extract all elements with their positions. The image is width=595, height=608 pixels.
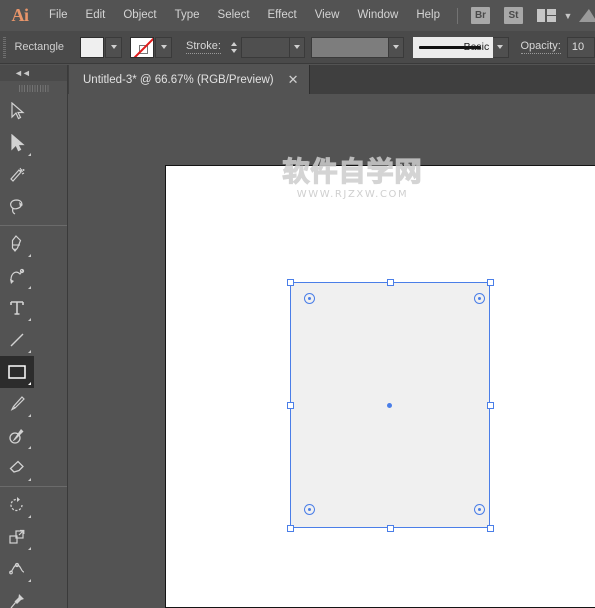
magic-wand-tool[interactable]	[0, 159, 34, 191]
width-tool[interactable]	[0, 553, 34, 585]
document-tab-bar: Untitled-3* @ 66.67% (RGB/Preview) ✕	[0, 65, 595, 94]
stroke-weight-input[interactable]	[240, 36, 290, 58]
menu-file[interactable]: File	[40, 0, 77, 31]
document-tab-title: Untitled-3* @ 66.67% (RGB/Preview)	[83, 73, 274, 86]
menu-window[interactable]: Window	[348, 0, 407, 31]
menu-effect[interactable]: Effect	[259, 0, 306, 31]
menu-edit[interactable]: Edit	[77, 0, 115, 31]
menu-type[interactable]: Type	[166, 0, 209, 31]
menu-object[interactable]: Object	[114, 0, 165, 31]
app-logo: Ai	[11, 5, 30, 25]
stroke-profile-select[interactable]: Basic	[413, 36, 494, 58]
stroke-weight-label[interactable]: Stroke:	[186, 40, 221, 54]
workspace-switcher-icon[interactable]	[579, 9, 595, 22]
stroke-weight-stepper[interactable]	[228, 37, 241, 58]
active-tool-label: Rectangle	[14, 41, 65, 53]
tools-grid	[0, 95, 67, 608]
chevron-down-icon[interactable]: ▼	[564, 11, 573, 21]
tools-panel-grip[interactable]	[0, 81, 67, 95]
canvas-area[interactable]: 软件自学网 WWW.RJZXW.COM	[68, 94, 595, 608]
corner-radius-widget[interactable]	[304, 293, 315, 304]
selection-handle-middle-left[interactable]	[286, 401, 294, 409]
stroke-weight-chevron-icon[interactable]	[289, 36, 306, 58]
selection-handle-bottom-right[interactable]	[486, 524, 494, 532]
stroke-swatch-group[interactable]	[130, 36, 173, 58]
rectangle-tool[interactable]	[0, 356, 34, 388]
shape-center-point	[387, 403, 392, 408]
scale-tool[interactable]	[0, 521, 34, 553]
menu-help[interactable]: Help	[407, 0, 449, 31]
fill-dropdown-chevron-icon[interactable]	[105, 36, 123, 58]
bridge-button[interactable]: Br	[471, 7, 490, 24]
corner-radius-widget[interactable]	[304, 504, 315, 515]
variable-width-profile-input[interactable]	[311, 36, 390, 58]
menu-view[interactable]: View	[306, 0, 349, 31]
opacity-label[interactable]: Opacity:	[520, 40, 561, 54]
document-tab[interactable]: Untitled-3* @ 66.67% (RGB/Preview) ✕	[69, 65, 310, 94]
menu-select[interactable]: Select	[209, 0, 259, 31]
double-chevron-left-icon[interactable]: ◄◄	[14, 68, 31, 78]
selection-handle-middle-right[interactable]	[486, 401, 494, 409]
fill-swatch-group[interactable]	[80, 36, 123, 58]
selection-handle-top-center[interactable]	[386, 278, 394, 286]
tools-panel-header: ◄◄	[0, 65, 67, 81]
stock-button[interactable]: St	[504, 7, 523, 24]
pen-tool[interactable]	[0, 228, 34, 260]
selection-handle-bottom-left[interactable]	[286, 524, 294, 532]
menu-bar: Ai File Edit Object Type Select Effect V…	[0, 0, 595, 31]
control-bar: Rectangle Stroke: Basic Opacity: 10	[0, 31, 595, 64]
lasso-tool[interactable]	[0, 191, 34, 223]
direct-selection-tool[interactable]	[0, 127, 34, 159]
shaper-tool[interactable]	[0, 420, 34, 452]
type-tool[interactable]	[0, 292, 34, 324]
curvature-tool[interactable]	[0, 260, 34, 292]
control-bar-grip[interactable]	[0, 31, 9, 64]
corner-radius-widget[interactable]	[474, 293, 485, 304]
line-segment-tool[interactable]	[0, 324, 34, 356]
tools-divider	[0, 225, 67, 226]
selection-handle-top-right[interactable]	[486, 278, 494, 286]
stroke-profile-label: Basic	[463, 41, 490, 53]
free-transform-tool[interactable]	[0, 585, 34, 608]
arrange-documents-icon[interactable]	[537, 9, 556, 22]
eraser-tool[interactable]	[0, 452, 34, 484]
illustrator-window: Ai File Edit Object Type Select Effect V…	[0, 0, 595, 608]
corner-radius-widget[interactable]	[474, 504, 485, 515]
fill-color-swatch[interactable]	[80, 36, 105, 58]
stroke-dropdown-chevron-icon[interactable]	[155, 36, 173, 58]
variable-width-chevron-icon[interactable]	[389, 36, 405, 58]
selection-tool[interactable]	[0, 95, 34, 127]
rotate-tool[interactable]	[0, 489, 34, 521]
paintbrush-tool[interactable]	[0, 388, 34, 420]
selection-handle-top-left[interactable]	[286, 278, 294, 286]
stroke-profile-chevron-icon[interactable]	[493, 36, 509, 58]
opacity-input[interactable]: 10	[566, 36, 595, 58]
tools-panel: ◄◄	[0, 65, 68, 608]
selection-handle-bottom-center[interactable]	[386, 524, 394, 532]
tools-divider	[0, 486, 67, 487]
close-icon[interactable]: ✕	[274, 73, 309, 86]
menu-divider	[457, 7, 458, 24]
stroke-color-swatch[interactable]	[130, 36, 155, 58]
